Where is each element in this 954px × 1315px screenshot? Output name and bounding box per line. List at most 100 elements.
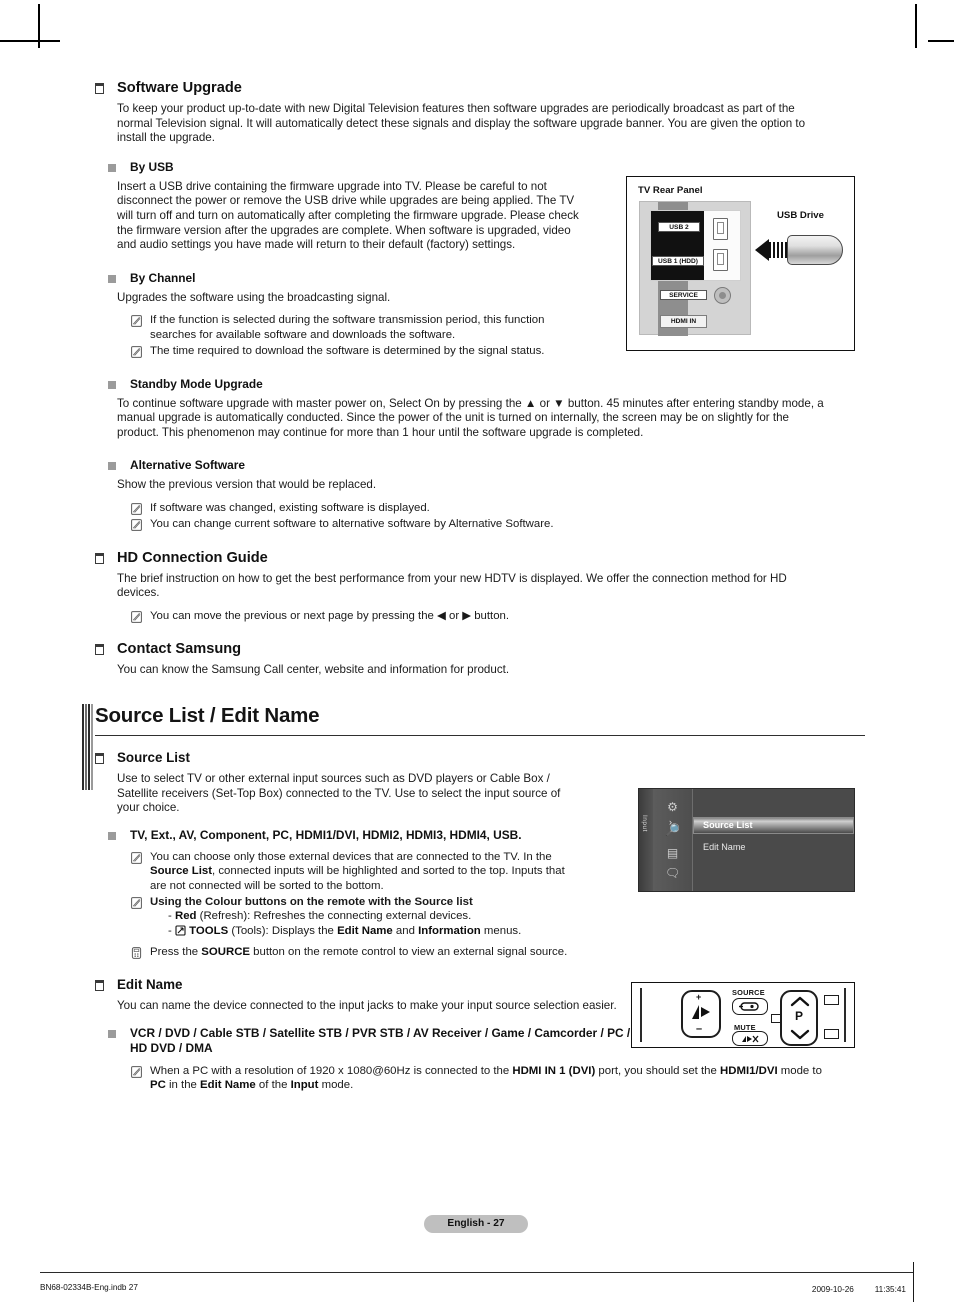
square-outline-bullet-icon xyxy=(95,980,104,992)
crop-mark-top-left-horizontal xyxy=(0,40,60,42)
by-channel-title: By Channel xyxy=(130,270,196,285)
note-text: The time required to download the softwa… xyxy=(150,345,545,358)
note-part: of the xyxy=(255,1079,291,1092)
source-button[interactable] xyxy=(732,998,768,1015)
input-source-icon[interactable]: 🔎 xyxy=(663,822,682,838)
source-list-text: Use to select TV or other external input… xyxy=(117,771,561,815)
tools-label: TOOLS xyxy=(189,925,229,938)
hdmi-in-port-label-box: HDMI IN xyxy=(660,315,707,328)
note-row: When a PC with a resolution of 1920 x 10… xyxy=(131,1064,865,1093)
heading-alternative-software: Alternative Software xyxy=(95,458,865,472)
heading-software-upgrade: Software Upgrade xyxy=(95,80,865,96)
note-text: If software was changed, existing softwa… xyxy=(150,501,430,514)
tv-rear-panel-caption: TV Rear Panel xyxy=(638,185,703,196)
volume-plus-label: + xyxy=(696,992,702,1002)
figure-remote-control: + – SOURCE MUTE P xyxy=(631,982,855,1048)
figure-tv-rear-panel: TV Rear Panel USB 2 USB 1 (HDD) SERVICE … xyxy=(626,176,855,351)
pencil-note-icon xyxy=(131,346,142,359)
note-part: button on the remote control to view an … xyxy=(250,945,568,958)
note-bold-hdmi1-dvi: HDMI1/DVI xyxy=(720,1064,778,1077)
section-source-list-edit-name: Source List / Edit Name xyxy=(82,703,865,790)
chevron-down-icon[interactable] xyxy=(790,1028,810,1046)
gear-icon[interactable]: ⚙ xyxy=(663,799,682,815)
crop-mark-top-right-horizontal xyxy=(928,40,954,42)
tools-bold-edit-name: Edit Name xyxy=(337,925,393,938)
note-text-connected-inputs: You can choose only those external devic… xyxy=(150,850,580,893)
note-part: mode. xyxy=(318,1079,354,1092)
edit-name-icon[interactable]: ▤ xyxy=(663,845,682,861)
figure-osd-source-list-menu: Input ⚙ 🔎 ▤ 🗨 Source List Edit Name › xyxy=(638,788,855,892)
page-content: Software Upgrade To keep your product up… xyxy=(82,80,865,1093)
usb-drive-label: USB Drive xyxy=(777,210,824,221)
software-upgrade-title: Software Upgrade xyxy=(117,80,242,96)
square-outline-bullet-icon xyxy=(95,552,104,564)
help-icon[interactable]: 🗨 xyxy=(663,865,682,881)
tools-text-c: menus. xyxy=(480,925,522,938)
tools-text-a: (Tools): Displays the xyxy=(228,925,338,938)
osd-menu-items: Source List Edit Name xyxy=(693,789,854,891)
by-usb-title: By USB xyxy=(130,159,174,174)
software-upgrade-intro: To keep your product up-to-date with new… xyxy=(117,102,806,145)
pencil-note-icon xyxy=(131,897,142,909)
note-row: You can move the previous or next page b… xyxy=(131,609,865,623)
usb-stick-body xyxy=(787,235,843,265)
alternative-software-text: Show the previous version that would be … xyxy=(117,478,377,492)
tools-bold-information: Information xyxy=(418,925,481,938)
alternative-software-title: Alternative Software xyxy=(130,458,245,473)
pencil-note-icon xyxy=(131,611,142,623)
heading-by-usb: By USB xyxy=(95,160,865,174)
note-row: You can change current software to alter… xyxy=(131,517,865,532)
footer-timestamp: 2009-10-26 11:35:41 xyxy=(811,1285,906,1294)
usb2-port-label: USB 2 xyxy=(658,222,700,232)
filled-square-bullet-icon xyxy=(108,1029,116,1038)
speaker-icon xyxy=(690,1003,716,1026)
tools-button-row: - TOOLS (Tools): Displays the Edit Name … xyxy=(168,924,580,941)
source-button-label: SOURCE xyxy=(732,988,765,997)
pencil-note-icon xyxy=(131,519,142,532)
square-outline-bullet-icon xyxy=(95,83,104,94)
service-jack-icon xyxy=(714,287,731,304)
service-port-label: SERVICE xyxy=(660,290,707,300)
osd-item-edit-name[interactable]: Edit Name xyxy=(693,839,854,856)
section-marker-bars xyxy=(82,703,93,790)
pencil-note-icon xyxy=(131,315,142,328)
osd-item-source-list[interactable]: Source List xyxy=(693,817,854,834)
contact-samsung-title: Contact Samsung xyxy=(117,641,242,658)
osd-left-rail: Input xyxy=(639,789,653,891)
channel-label: P xyxy=(795,1009,804,1023)
footer-crop-tick xyxy=(913,1262,914,1302)
note-text: You can move the previous or next page b… xyxy=(150,609,510,622)
note-part: port, you should set the xyxy=(595,1064,721,1077)
heading-source-list: Source List xyxy=(95,750,865,766)
tools-icon xyxy=(175,925,186,941)
list-button-icon[interactable] xyxy=(824,1029,839,1039)
red-text: (Refresh): Refreshes the connecting exte… xyxy=(196,910,472,923)
heading-hd-connection-guide: HD Connection Guide xyxy=(95,550,865,566)
square-outline-bullet-icon xyxy=(95,644,104,656)
note-bold-edit-name: Edit Name xyxy=(200,1079,256,1092)
filled-square-bullet-icon xyxy=(108,462,116,471)
osd-selection-cursor-icon: › xyxy=(669,817,672,827)
note-part: You can choose only those external devic… xyxy=(150,850,552,863)
usb2-port-icon xyxy=(713,218,728,240)
note-row-source-button: Press the SOURCE button on the remote co… xyxy=(131,945,865,959)
heading-standby-mode-upgrade: Standby Mode Upgrade xyxy=(95,377,865,391)
source-bold: SOURCE xyxy=(201,945,251,958)
hd-connection-guide-title: HD Connection Guide xyxy=(117,549,268,566)
usb1-port-label: USB 1 (HDD) xyxy=(652,256,704,266)
by-channel-text: Upgrades the software using the broadcas… xyxy=(117,290,391,304)
usb-port-group: USB 2 USB 1 (HDD) xyxy=(650,210,741,281)
note-bold-pc: PC xyxy=(150,1079,166,1092)
heading-contact-samsung: Contact Samsung xyxy=(95,641,865,657)
red-button-row: - Red (Refresh): Refreshes the connectin… xyxy=(168,910,472,923)
filled-square-bullet-icon xyxy=(108,380,116,389)
guide-button-icon[interactable] xyxy=(824,995,839,1005)
note-part: , connected inputs will be highlighted a… xyxy=(150,865,565,892)
by-usb-text: Insert a USB drive containing the firmwa… xyxy=(117,179,579,252)
note-text: You can change current software to alter… xyxy=(150,518,554,531)
mute-button[interactable] xyxy=(732,1031,768,1046)
source-list-title: Source List xyxy=(117,749,190,765)
tools-text-b: and xyxy=(392,925,419,938)
standby-mode-upgrade-text: To continue software upgrade with master… xyxy=(117,396,824,439)
osd-icon-column: ⚙ 🔎 ▤ 🗨 xyxy=(653,789,693,891)
